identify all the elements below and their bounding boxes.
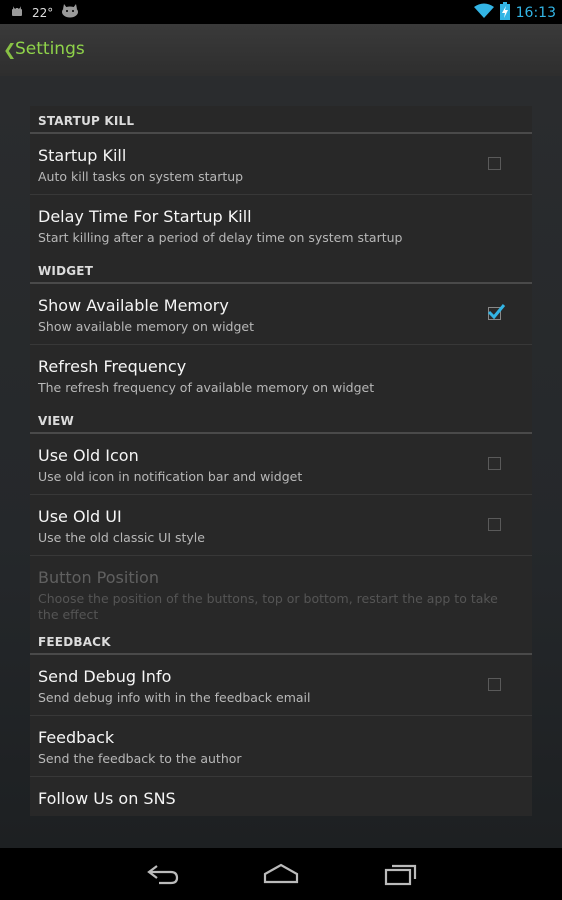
- status-bar: 22° 16:13: [0, 0, 562, 24]
- preference-button-position: Button Position Choose the position of th…: [30, 556, 532, 627]
- preference-summary: Choose the position of the buttons, top …: [38, 591, 498, 622]
- page-title[interactable]: Settings: [15, 39, 85, 59]
- action-bar: ❮ Settings: [0, 24, 562, 77]
- category-header-startup-kill: STARTUP KILL: [30, 106, 532, 134]
- recents-icon[interactable]: [384, 862, 418, 890]
- preference-use-old-ui[interactable]: Use Old UI Use the old classic UI style: [30, 495, 532, 556]
- preference-title: Button Position: [38, 568, 159, 587]
- category-header-widget: WIDGET: [30, 256, 532, 284]
- preference-summary: Start killing after a period of delay ti…: [38, 230, 403, 245]
- battery-charging-icon: [499, 2, 510, 24]
- wifi-icon: [473, 3, 494, 23]
- preference-use-old-icon[interactable]: Use Old Icon Use old icon in notification…: [30, 434, 532, 495]
- checkmark-icon: [487, 304, 506, 320]
- settings-content: STARTUP KILL Startup Kill Auto kill tasks …: [0, 76, 562, 848]
- clock-text: 16:13: [515, 5, 556, 21]
- preference-show-available-memory[interactable]: Show Available Memory Show available memo…: [30, 284, 532, 345]
- preference-title: Refresh Frequency: [38, 357, 187, 376]
- navigation-bar: [0, 848, 562, 900]
- preference-follow-us-on-sns[interactable]: Follow Us on SNS: [30, 777, 532, 816]
- checkbox-startup-kill[interactable]: [488, 157, 501, 170]
- temperature-text: 22°: [32, 5, 54, 20]
- preference-refresh-frequency[interactable]: Refresh Frequency The refresh frequency o…: [30, 345, 532, 406]
- preference-startup-kill[interactable]: Startup Kill Auto kill tasks on system st…: [30, 134, 532, 195]
- preference-feedback[interactable]: Feedback Send the feedback to the author: [30, 716, 532, 777]
- preference-title: Use Old UI: [38, 507, 122, 526]
- preference-title: Delay Time For Startup Kill: [38, 207, 252, 226]
- home-icon[interactable]: [263, 862, 299, 890]
- checkbox-show-available-memory[interactable]: [487, 304, 506, 320]
- preference-list[interactable]: STARTUP KILL Startup Kill Auto kill tasks …: [30, 106, 532, 816]
- checkbox-use-old-ui[interactable]: [488, 518, 501, 531]
- preference-send-debug-info[interactable]: Send Debug Info Send debug info with in t…: [30, 655, 532, 716]
- preference-title: Use Old Icon: [38, 446, 139, 465]
- category-header-feedback: FEEDBACK: [30, 627, 532, 655]
- checkbox-use-old-icon[interactable]: [488, 457, 501, 470]
- preference-summary: Use old icon in notification bar and wid…: [38, 469, 303, 484]
- preference-summary: Send debug info with in the feedback ema…: [38, 690, 311, 705]
- preference-title: Feedback: [38, 728, 115, 747]
- preference-title: Send Debug Info: [38, 667, 172, 686]
- preference-summary: Send the feedback to the author: [38, 751, 242, 766]
- preference-summary: Show available memory on widget: [38, 319, 254, 334]
- preference-title: Show Available Memory: [38, 296, 229, 315]
- android-icon: [10, 3, 24, 22]
- cat-icon: [61, 3, 79, 22]
- preference-summary: Use the old classic UI style: [38, 530, 205, 545]
- preference-title: Follow Us on SNS: [38, 789, 176, 808]
- preference-summary: The refresh frequency of available memor…: [38, 380, 375, 395]
- back-icon[interactable]: [145, 862, 179, 890]
- checkbox-send-debug-info[interactable]: [488, 678, 501, 691]
- preference-title: Startup Kill: [38, 146, 127, 165]
- preference-summary: Auto kill tasks on system startup: [38, 169, 244, 184]
- preference-delay-time-for-startup-kill[interactable]: Delay Time For Startup Kill Start killing…: [30, 195, 532, 256]
- category-header-view: VIEW: [30, 406, 532, 434]
